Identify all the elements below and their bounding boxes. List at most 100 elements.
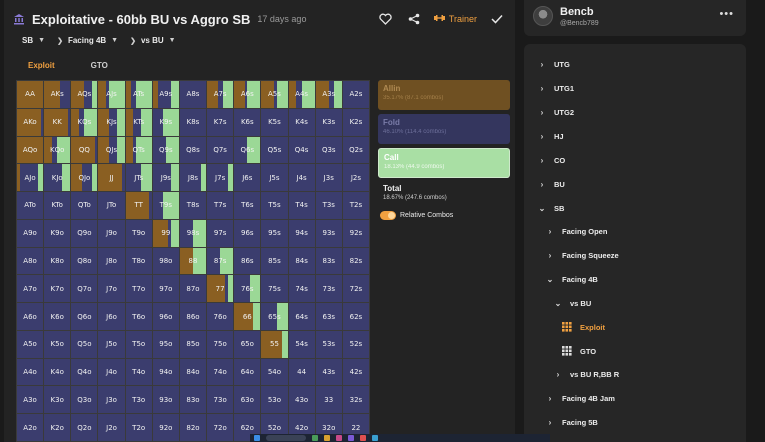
hand-cell[interactable]: TT: [125, 192, 152, 219]
hand-cell[interactable]: 66: [234, 303, 261, 330]
tree-item[interactable]: › HJ: [538, 132, 564, 141]
hand-cell[interactable]: 83o: [179, 386, 207, 414]
hand-cell[interactable]: AKs: [44, 81, 71, 108]
hand-cell[interactable]: 33: [315, 386, 342, 414]
hand-cell[interactable]: 62s: [342, 303, 369, 330]
hand-cell[interactable]: Q8o: [71, 247, 98, 275]
tree-item[interactable]: › Facing Squeeze: [546, 251, 619, 260]
hand-cell[interactable]: 93o: [152, 386, 179, 414]
hand-cell[interactable]: Q2o: [71, 414, 98, 441]
hand-cell[interactable]: 76o: [207, 303, 234, 330]
hand-cell[interactable]: A5o: [17, 330, 44, 358]
hand-cell[interactable]: J2s: [342, 164, 369, 192]
hand-cell[interactable]: 76s: [234, 275, 261, 303]
hand-cell[interactable]: QQ: [71, 136, 98, 164]
hand-cell[interactable]: AKo: [17, 108, 44, 136]
hand-cell[interactable]: 73o: [207, 386, 234, 414]
tree-item[interactable]: › Facing 5B: [546, 418, 598, 427]
hand-cell[interactable]: QJs: [98, 136, 125, 164]
tree-item[interactable]: › UTG2: [538, 108, 574, 117]
hand-cell[interactable]: J6s: [234, 164, 261, 192]
hand-cell[interactable]: 72s: [342, 275, 369, 303]
hand-cell[interactable]: 75o: [207, 330, 234, 358]
hand-cell[interactable]: 64s: [288, 303, 315, 330]
taskbar-search[interactable]: [266, 435, 306, 441]
hand-cell[interactable]: Q7s: [207, 136, 234, 164]
crumb-action[interactable]: ❯ Facing 4B ▼: [57, 36, 118, 45]
hand-cell[interactable]: T7s: [207, 192, 234, 219]
hand-cell[interactable]: 55: [261, 330, 288, 358]
hand-cell[interactable]: 87o: [179, 275, 207, 303]
hand-cell[interactable]: Q5o: [71, 330, 98, 358]
hand-cell[interactable]: 82s: [342, 247, 369, 275]
hand-cell[interactable]: 43s: [315, 358, 342, 386]
tree-item[interactable]: › UTG1: [538, 84, 574, 93]
tree-item[interactable]: › Facing Open: [546, 227, 608, 236]
more-icon[interactable]: •••: [719, 8, 734, 20]
hand-cell[interactable]: 83s: [315, 247, 342, 275]
hand-cell[interactable]: KK: [44, 108, 71, 136]
tab-gto[interactable]: GTO: [91, 61, 108, 70]
tree-item[interactable]: ⌄ Facing 4B: [546, 275, 598, 284]
hand-cell[interactable]: 84o: [179, 358, 207, 386]
hand-cell[interactable]: 53o: [261, 386, 288, 414]
hand-cell[interactable]: 63s: [315, 303, 342, 330]
trainer-button[interactable]: Trainer: [433, 14, 477, 24]
hand-cell[interactable]: T4o: [125, 358, 152, 386]
hand-cell[interactable]: T8s: [179, 192, 207, 219]
hand-cell[interactable]: Q5s: [261, 136, 288, 164]
hand-cell[interactable]: A8s: [179, 81, 207, 108]
hand-cell[interactable]: Q3o: [71, 386, 98, 414]
avatar[interactable]: [533, 6, 553, 26]
hand-cell[interactable]: J3s: [315, 164, 342, 192]
hand-cell[interactable]: J3o: [98, 386, 125, 414]
hand-cell[interactable]: 98s: [179, 219, 207, 247]
hand-cell[interactable]: 96o: [152, 303, 179, 330]
hand-cell[interactable]: K8s: [179, 108, 207, 136]
hand-cell[interactable]: 54s: [288, 330, 315, 358]
hand-cell[interactable]: K9o: [44, 219, 71, 247]
tree-item[interactable]: › vs BU R,BB R: [554, 370, 620, 379]
hand-cell[interactable]: AQs: [71, 81, 98, 108]
hand-cell[interactable]: QTs: [125, 136, 152, 164]
hand-cell[interactable]: A4o: [17, 358, 44, 386]
hand-cell[interactable]: J8s: [179, 164, 207, 192]
tree-item[interactable]: ⌄ vs BU: [554, 299, 592, 308]
hand-cell[interactable]: 82o: [179, 414, 207, 441]
hand-cell[interactable]: T5o: [125, 330, 152, 358]
hand-cell[interactable]: 92o: [152, 414, 179, 441]
hand-cell[interactable]: JJ: [98, 164, 125, 192]
hand-cell[interactable]: T7o: [125, 275, 152, 303]
hand-cell[interactable]: 92s: [342, 219, 369, 247]
hand-cell[interactable]: K4o: [44, 358, 71, 386]
hand-cell[interactable]: A9s: [152, 81, 179, 108]
legend-call[interactable]: Call 18.13% (44.9 combos): [378, 148, 510, 178]
hand-cell[interactable]: J6o: [98, 303, 125, 330]
hand-cell[interactable]: 99: [152, 219, 179, 247]
hand-cell[interactable]: Q9s: [152, 136, 179, 164]
hand-cell[interactable]: ATo: [17, 192, 44, 219]
hand-cell[interactable]: A6o: [17, 303, 44, 330]
hand-cell[interactable]: A2o: [17, 414, 44, 441]
hand-cell[interactable]: 32s: [342, 386, 369, 414]
hand-cell[interactable]: A7s: [207, 81, 234, 108]
hand-cell[interactable]: K4s: [288, 108, 315, 136]
hand-cell[interactable]: Q9o: [71, 219, 98, 247]
hand-cell[interactable]: KJo: [44, 164, 71, 192]
hand-cell[interactable]: 93s: [315, 219, 342, 247]
hand-cell[interactable]: T9s: [152, 192, 179, 219]
hand-cell[interactable]: J2o: [98, 414, 125, 441]
hand-cell[interactable]: 65s: [261, 303, 288, 330]
hand-cell[interactable]: T2s: [342, 192, 369, 219]
legend-fold[interactable]: Fold 46.10% (114.4 combos): [378, 114, 510, 144]
hand-cell[interactable]: 73s: [315, 275, 342, 303]
hand-cell[interactable]: K3s: [315, 108, 342, 136]
hand-cell[interactable]: 53s: [315, 330, 342, 358]
hand-cell[interactable]: K6s: [234, 108, 261, 136]
heart-icon[interactable]: [378, 11, 394, 27]
hand-cell[interactable]: 85o: [179, 330, 207, 358]
tree-item[interactable]: › BU: [538, 180, 565, 189]
hand-cell[interactable]: Q3s: [315, 136, 342, 164]
hand-cell[interactable]: QJo: [71, 164, 98, 192]
hand-cell[interactable]: 85s: [261, 247, 288, 275]
